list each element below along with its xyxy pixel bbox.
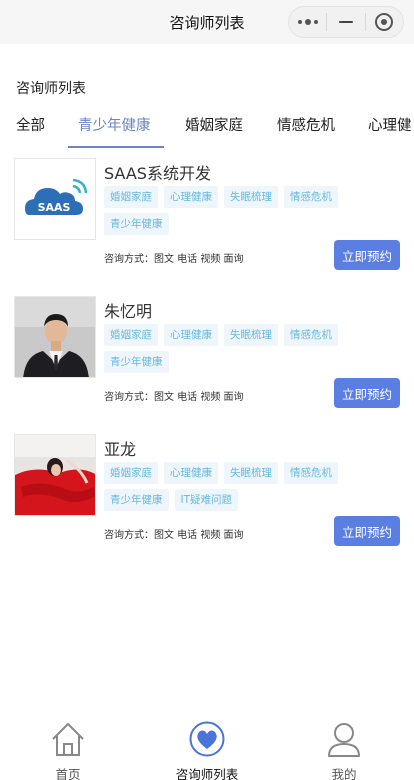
minimize-button[interactable] <box>327 7 364 37</box>
page-title: 咨询师列表 <box>169 13 245 32</box>
tag: 青少年健康 <box>104 213 169 235</box>
section-title: 咨询师列表 <box>16 81 86 97</box>
user-icon <box>328 723 360 757</box>
heart-icon <box>189 721 225 757</box>
tabbar-label: 咨询师列表 <box>175 767 239 780</box>
tag: 情感危机 <box>284 186 338 208</box>
tab-all[interactable]: 全部 <box>16 114 45 135</box>
tag: 心理健康 <box>164 324 218 346</box>
tag-list: 婚姻家庭 心理健康 失眠梳理 情感危机 青少年健康 <box>104 324 349 373</box>
tag: 婚姻家庭 <box>104 186 158 208</box>
saas-cloud-logo: SAAS <box>15 159 95 239</box>
tabbar-home[interactable]: 首页 <box>18 720 118 780</box>
counselor-card[interactable]: SAAS SAAS系统开发 婚姻家庭 心理健康 失眠梳理 情感危机 青少年健康 … <box>14 158 404 284</box>
avatar <box>14 434 96 516</box>
category-tabs: 全部 青少年健康 婚姻家庭 情感危机 心理健 <box>0 110 414 148</box>
tab-emotional-crisis[interactable]: 情感危机 <box>277 114 335 135</box>
tag-list: 婚姻家庭 心理健康 失眠梳理 情感危机 青少年健康 IT疑难问题 <box>104 462 349 511</box>
tabbar-counselors[interactable]: 咨询师列表 <box>157 720 257 780</box>
tag: 失眠梳理 <box>224 324 278 346</box>
book-now-button[interactable]: 立即预约 <box>334 240 400 270</box>
target-icon <box>375 13 394 31</box>
tag-list: 婚姻家庭 心理健康 失眠梳理 情感危机 青少年健康 <box>104 186 349 235</box>
tag: 失眠梳理 <box>224 462 278 484</box>
person-photo <box>15 297 95 377</box>
avatar <box>14 296 96 378</box>
title-bar: 咨询师列表 <box>0 0 414 44</box>
consult-modes: 咨询方式：图文 电话 视频 面询 <box>104 530 244 541</box>
consult-modes: 咨询方式：图文 电话 视频 面询 <box>104 392 244 403</box>
bottom-tab-bar: 首页 咨询师列表 我的 <box>0 716 414 780</box>
consult-modes: 咨询方式：图文 电话 视频 面询 <box>104 254 244 265</box>
tag: 婚姻家庭 <box>104 462 158 484</box>
person-photo <box>15 435 95 515</box>
tag: 心理健康 <box>164 462 218 484</box>
tab-mental-health[interactable]: 心理健 <box>368 114 412 135</box>
mini-program-capsule <box>288 6 404 38</box>
tabbar-mine[interactable]: 我的 <box>294 720 394 780</box>
active-tab-indicator <box>68 146 164 148</box>
tag: 婚姻家庭 <box>104 324 158 346</box>
tab-youth-health[interactable]: 青少年健康 <box>78 114 151 135</box>
more-icon <box>297 19 318 25</box>
tabbar-label: 我的 <box>331 767 357 780</box>
avatar: SAAS <box>14 158 96 240</box>
tag: 青少年健康 <box>104 351 169 373</box>
tag: 心理健康 <box>164 186 218 208</box>
book-now-button[interactable]: 立即预约 <box>334 378 400 408</box>
tabbar-label: 首页 <box>55 767 81 780</box>
svg-text:SAAS: SAAS <box>38 201 71 214</box>
home-icon <box>52 723 84 756</box>
more-button[interactable] <box>289 7 326 37</box>
book-now-button[interactable]: 立即预约 <box>334 516 400 546</box>
close-button[interactable] <box>366 7 403 37</box>
tag: 情感危机 <box>284 324 338 346</box>
tag: IT疑难问题 <box>174 489 239 511</box>
tag: 失眠梳理 <box>224 186 278 208</box>
tag: 青少年健康 <box>104 489 169 511</box>
counselor-card[interactable]: 朱忆明 婚姻家庭 心理健康 失眠梳理 情感危机 青少年健康 咨询方式：图文 电话… <box>14 296 404 422</box>
counselor-card[interactable]: 亚龙 婚姻家庭 心理健康 失眠梳理 情感危机 青少年健康 IT疑难问题 咨询方式… <box>14 434 404 560</box>
counselor-name: 亚龙 <box>104 440 137 459</box>
tab-marriage-family[interactable]: 婚姻家庭 <box>185 114 243 135</box>
counselor-name: SAAS系统开发 <box>104 164 211 183</box>
tag: 情感危机 <box>284 462 338 484</box>
minimize-icon <box>338 21 353 23</box>
counselor-name: 朱忆明 <box>104 302 153 321</box>
